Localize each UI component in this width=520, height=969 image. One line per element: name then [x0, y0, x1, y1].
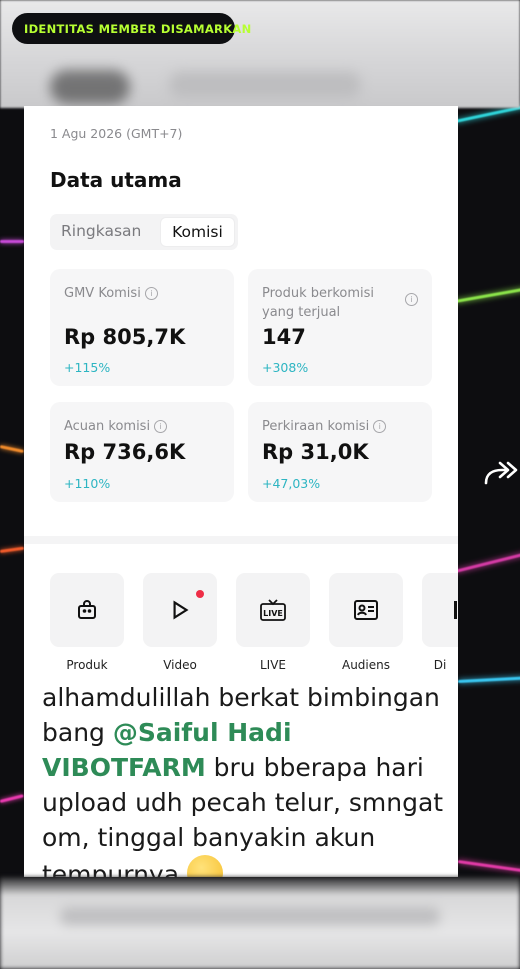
tool-produk[interactable] [50, 573, 124, 647]
tool-live[interactable]: LIVE [236, 573, 310, 647]
metric-change: +115% [64, 360, 111, 375]
metric-label: Perkiraan komisi i [262, 417, 402, 436]
info-icon[interactable]: i [144, 287, 158, 300]
metric-card-gmv[interactable]: GMV Komisi i Rp 805,7K +115% [50, 269, 234, 386]
metric-label: Acuan komisi i [64, 417, 204, 436]
live-tv-icon: LIVE [260, 599, 286, 621]
segmented-tabs: Ringkasan Komisi [50, 214, 238, 250]
caption-text: alhamdulillah berkat bimbingan bang @Sai… [42, 680, 452, 877]
tool-label-video: Video [163, 658, 197, 672]
notification-dot [196, 590, 204, 598]
info-icon[interactable]: i [405, 293, 418, 306]
metric-label: Produk berkomisi yang terjual [262, 286, 375, 320]
share-arrow-icon[interactable] [483, 456, 520, 490]
testimonial-caption: alhamdulillah berkat bimbingan bang @Sai… [24, 674, 458, 877]
metric-value: Rp 805,7K [64, 325, 186, 349]
metric-change: +47,03% [262, 476, 321, 491]
phone-screen: 1 Agu 2026 (GMT+7) Data utama Ringkasan … [24, 106, 458, 877]
metric-card-commission-base[interactable]: Acuan komisi i Rp 736,6K +110% [50, 402, 234, 502]
metric-change: +308% [262, 360, 309, 375]
grinning-emoji-icon [187, 855, 224, 877]
tool-label-produk: Produk [66, 658, 108, 672]
section-title: Data utama [50, 168, 182, 192]
id-card-icon [354, 600, 378, 620]
tool-audiens[interactable] [329, 573, 403, 647]
tab-ringkasan[interactable]: Ringkasan [61, 222, 141, 240]
tool-label-more: Di [433, 658, 447, 672]
tool-more[interactable] [422, 573, 458, 647]
metric-card-products-sold[interactable]: Produk berkomisi yang terjual i 147 +308… [248, 269, 432, 386]
identity-hidden-badge: IDENTITAS MEMBER DISAMARKAN [12, 13, 251, 44]
tool-label-audiens: Audiens [341, 658, 390, 672]
tool-video[interactable] [143, 573, 217, 647]
report-date: 1 Agu 2026 (GMT+7) [50, 126, 183, 141]
blurred-footer [0, 877, 520, 969]
metric-card-estimated-commission[interactable]: Perkiraan komisi i Rp 31,0K +47,03% [248, 402, 432, 502]
metric-value: Rp 736,6K [64, 440, 186, 464]
section-divider [24, 536, 458, 544]
tab-komisi[interactable]: Komisi [161, 218, 234, 246]
info-icon[interactable]: i [373, 420, 387, 433]
metric-change: +110% [64, 476, 111, 491]
shopping-bag-icon [78, 600, 96, 619]
tool-label-live: LIVE [259, 658, 286, 672]
metric-label: GMV Komisi i [64, 284, 204, 303]
more-tool-icon [454, 601, 457, 619]
svg-text:LIVE: LIVE [263, 609, 283, 618]
metric-value: Rp 31,0K [262, 440, 369, 464]
metric-value: 147 [262, 325, 306, 349]
play-video-icon [173, 600, 189, 620]
info-icon[interactable]: i [154, 420, 168, 433]
